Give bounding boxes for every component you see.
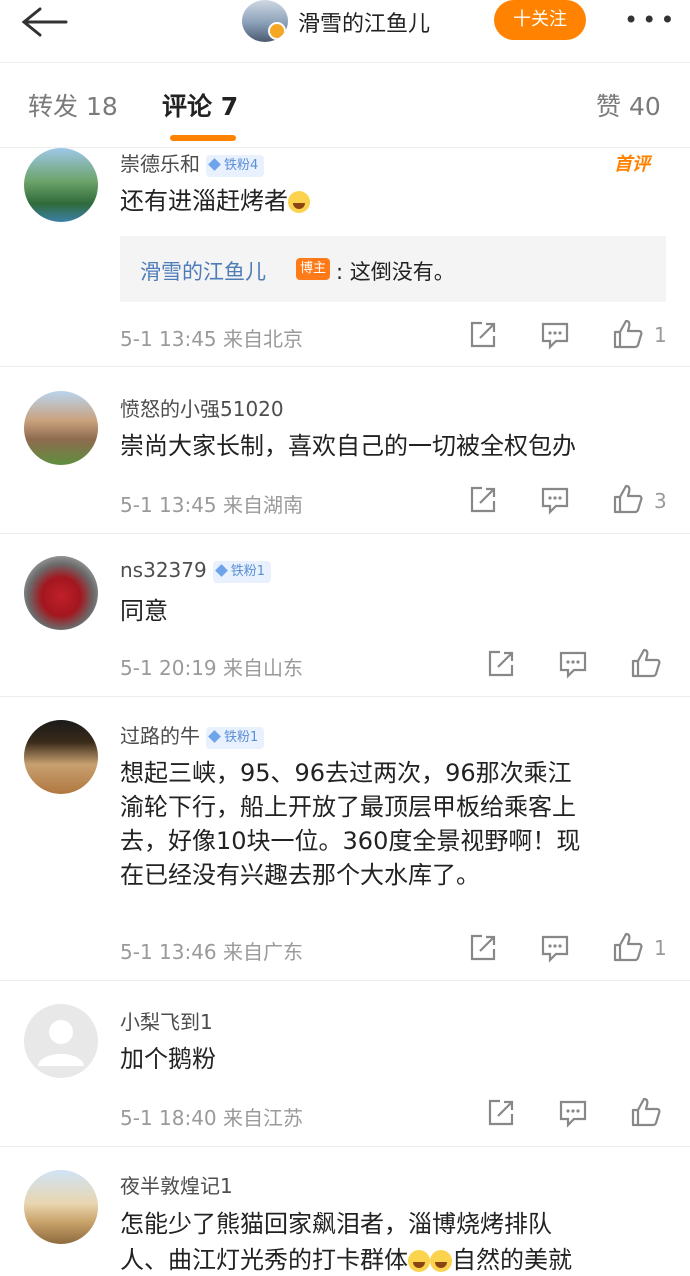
arrow-left-icon[interactable] — [18, 5, 70, 39]
comment-time: 5-1 18:40 — [120, 1106, 217, 1130]
comment-location: 来自广东 — [223, 940, 304, 964]
share-icon[interactable] — [468, 320, 498, 350]
share-icon[interactable] — [468, 933, 498, 963]
share-icon[interactable] — [486, 649, 516, 679]
comment-text-line: 去，好像10块一位。360度全景视野啊！现 — [120, 827, 581, 855]
like-icon[interactable] — [612, 318, 644, 350]
follow-button[interactable]: 十关注 — [494, 0, 586, 40]
comment-author[interactable]: ns32379 铁粉1 — [120, 558, 271, 583]
tab-active-indicator — [170, 135, 236, 141]
comment-time: 5-1 20:19 — [120, 656, 217, 680]
laugh-emoji-icon — [408, 1250, 430, 1272]
comment-text-line: 渝轮下行，船上开放了最顶层甲板给乘客上 — [120, 793, 576, 821]
like-count: 3 — [654, 489, 667, 513]
reply-icon[interactable] — [540, 320, 570, 350]
comment-author[interactable]: 崇德乐和 铁粉4 — [120, 148, 265, 177]
diamond-icon — [208, 729, 221, 743]
comment-text: 同意 — [120, 597, 168, 625]
like-count: 1 — [654, 936, 667, 960]
tab-reposts[interactable]: 转发 18 — [28, 87, 118, 123]
comment-location: 来自湖南 — [223, 493, 304, 517]
reply-icon[interactable] — [558, 1098, 588, 1128]
diamond-icon — [208, 157, 221, 171]
author-nickname[interactable]: 滑雪的江鱼儿 — [298, 6, 430, 38]
fan-badge: 铁粉1 — [212, 560, 271, 583]
laugh-emoji-icon — [430, 1250, 452, 1272]
reply-icon[interactable] — [540, 485, 570, 515]
author-reply[interactable]: 滑雪的江鱼儿 博主 : 这倒没有。 — [120, 236, 666, 302]
avatar[interactable] — [24, 556, 98, 630]
comment-item: 过路的牛 铁粉1 想起三峡，95、96去过两次，96那次乘江 渝轮下行，船上开放了… — [0, 696, 690, 981]
comment-time: 5-1 13:46 — [120, 940, 217, 964]
comment-text-line: 在已经没有兴趣去那个大水库了。 — [120, 861, 480, 889]
comment-item: 小梨飞到1 加个鹅粉 5-1 18:40 来自江苏 — [0, 980, 690, 1147]
reply-icon[interactable] — [558, 649, 588, 679]
host-badge: 博主 — [296, 258, 331, 280]
comment-text: 想起三峡，95、96去过两次，96那次乘江 渝轮下行，船上开放了最顶层甲板给乘客… — [120, 756, 670, 892]
comment-time: 5-1 13:45 — [120, 493, 217, 517]
tab-likes[interactable]: 赞 40 — [596, 87, 661, 123]
comment-text-line: 人、曲江灯光秀的打卡群体 自然的美就 — [120, 1242, 670, 1276]
author-name[interactable]: 过路的牛 — [120, 724, 200, 748]
comment-meta: 5-1 13:45 来自湖南 — [120, 489, 303, 518]
comment-item: 夜半敦煌记1 怎能少了熊猫回家飙泪者，淄博烧烤排队 人、曲江灯光秀的打卡群体 自然… — [0, 1146, 690, 1276]
comment-item: 愤怒的小强51020 崇尚大家长制，喜欢自己的一切被全权包办 5-1 13:45… — [0, 366, 690, 534]
share-icon[interactable] — [486, 1098, 516, 1128]
author-name[interactable]: 崇德乐和 — [120, 152, 200, 176]
author-avatar[interactable] — [242, 0, 288, 42]
like-icon[interactable] — [612, 483, 644, 515]
like-icon[interactable] — [630, 1096, 662, 1128]
comment-location: 来自北京 — [223, 327, 304, 351]
tab-bar: 转发 18 评论 7 赞 40 — [0, 62, 690, 148]
comment-time: 5-1 13:45 — [120, 327, 217, 351]
comment-item: ns32379 铁粉1 同意 5-1 20:19 来自山东 — [0, 532, 690, 697]
comment-text-line: 怎能少了熊猫回家飙泪者，淄博烧烤排队 — [120, 1210, 552, 1238]
author-name[interactable]: ns32379 — [120, 558, 207, 582]
like-count: 1 — [654, 323, 667, 347]
avatar[interactable] — [24, 1170, 98, 1244]
reply-author-name[interactable]: 滑雪的江鱼儿 — [140, 256, 266, 286]
comment-location: 来自山东 — [223, 656, 304, 680]
comment-author[interactable]: 过路的牛 铁粉1 — [120, 720, 265, 749]
comment-text: 怎能少了熊猫回家飙泪者，淄博烧烤排队 人、曲江灯光秀的打卡群体 自然的美就 — [120, 1206, 670, 1276]
fan-badge: 铁粉1 — [206, 726, 265, 749]
comment-meta: 5-1 18:40 来自江苏 — [120, 1102, 303, 1131]
comment-text: 加个鹅粉 — [120, 1045, 216, 1073]
first-comment-badge: 首评 — [614, 154, 650, 175]
fan-badge: 铁粉4 — [206, 154, 265, 177]
reply-icon[interactable] — [540, 933, 570, 963]
top-bar: 滑雪的江鱼儿 十关注 ••• — [0, 0, 690, 62]
share-icon[interactable] — [468, 485, 498, 515]
comment-location: 来自江苏 — [223, 1106, 304, 1130]
fan-badge-label: 铁粉1 — [224, 729, 259, 745]
comment-text-content: 人、曲江灯光秀的打卡群体 — [120, 1246, 408, 1274]
comment-meta: 5-1 20:19 来自山东 — [120, 652, 303, 681]
default-avatar-icon — [38, 1020, 84, 1066]
avatar[interactable] — [24, 720, 98, 794]
comment-text: 还有进淄赶烤者 — [120, 184, 670, 218]
comment-meta: 5-1 13:45 来自北京 — [120, 323, 303, 352]
comment-author[interactable]: 小梨飞到1 — [120, 1006, 213, 1035]
reply-text: : 这倒没有。 — [336, 260, 455, 284]
laugh-cry-emoji-icon — [288, 191, 310, 213]
fan-badge-label: 铁粉1 — [230, 563, 265, 579]
comment-text-line: 想起三峡，95、96去过两次，96那次乘江 — [120, 759, 572, 787]
like-icon[interactable] — [630, 647, 662, 679]
avatar[interactable] — [24, 391, 98, 465]
more-dots-icon[interactable]: ••• — [624, 6, 678, 34]
comment-text-content: 自然的美就 — [452, 1246, 572, 1274]
comment-author[interactable]: 夜半敦煌记1 — [120, 1170, 233, 1199]
like-icon[interactable] — [612, 931, 644, 963]
avatar[interactable] — [24, 1004, 98, 1078]
comment-text-content: 还有进淄赶烤者 — [120, 187, 288, 215]
comment-text: 崇尚大家长制，喜欢自己的一切被全权包办 — [120, 432, 576, 460]
avatar[interactable] — [24, 148, 98, 222]
diamond-icon — [214, 563, 228, 577]
verified-icon — [268, 22, 286, 40]
comment-meta: 5-1 13:46 来自广东 — [120, 936, 303, 965]
tab-comments[interactable]: 评论 7 — [162, 87, 238, 123]
fan-badge-label: 铁粉4 — [224, 157, 259, 173]
comment-author[interactable]: 愤怒的小强51020 — [120, 393, 284, 422]
